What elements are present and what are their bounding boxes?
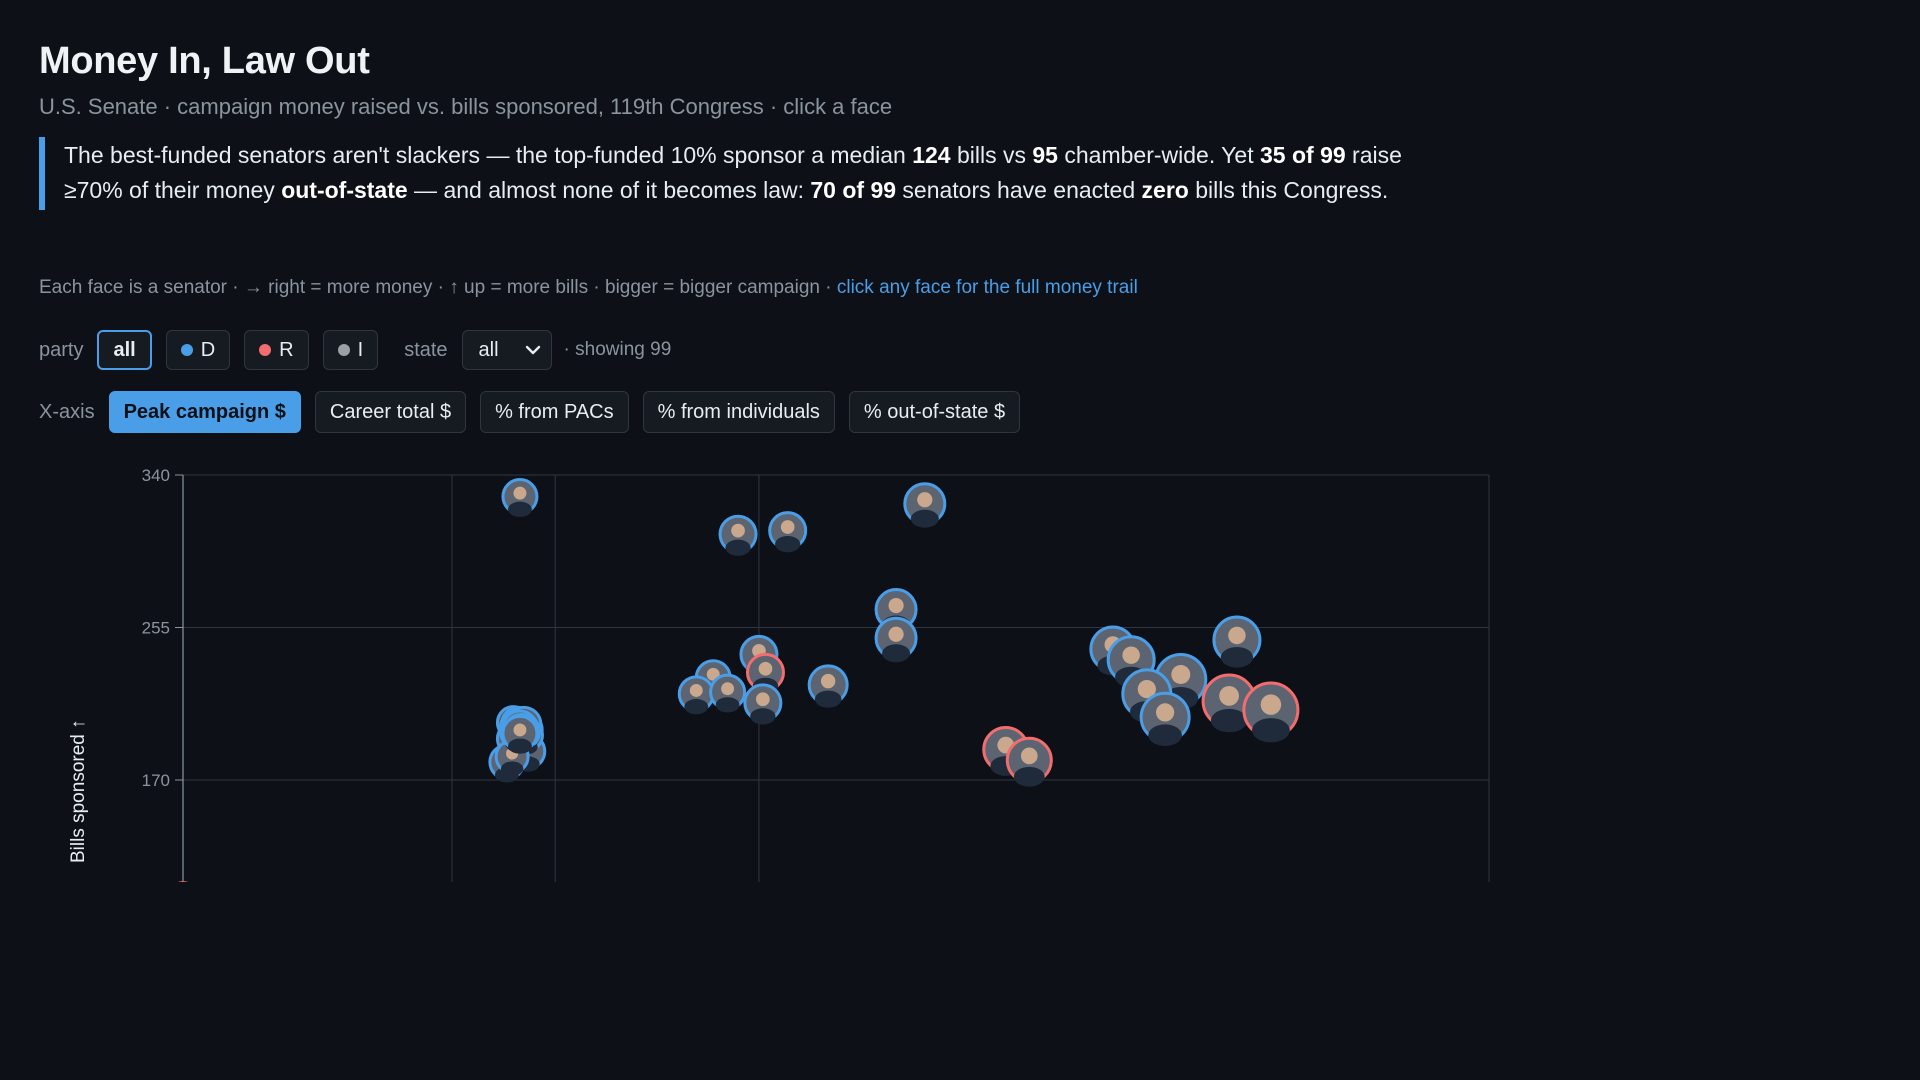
senator-face[interactable] (677, 675, 715, 715)
senator-face[interactable] (1242, 681, 1300, 743)
senator-face-body (508, 501, 532, 517)
party-r-button[interactable]: R (244, 330, 309, 370)
chart-legend-text: Each face is a senator · → right = more … (39, 277, 1138, 298)
senator-face[interactable] (1212, 615, 1262, 668)
senator-face-head (513, 723, 527, 737)
senator-face-body (725, 539, 751, 556)
xaxis-pct-pacs-button[interactable]: % from PACs (480, 391, 629, 433)
showing-count: · showing 99 (563, 339, 672, 360)
page-title: Money In, Law Out (39, 40, 370, 82)
senator-face-head (917, 492, 933, 508)
xaxis-pct-individuals-button[interactable]: % from individuals (642, 391, 835, 433)
senator-face-head (1228, 626, 1246, 645)
party-label: party (39, 338, 84, 361)
senator-face-head (721, 682, 735, 696)
senator-face-head (1171, 665, 1191, 685)
senator-face-head (888, 626, 904, 642)
page-subtitle: U.S. Senate · campaign money raised vs. … (39, 94, 893, 119)
senator-face-head (1219, 685, 1239, 706)
senator-face-head (1260, 694, 1282, 715)
senator-face-body (508, 738, 532, 754)
xaxis-label: X-axis (39, 400, 95, 423)
party-filter: party all D R I state all · showing 99 (39, 329, 671, 371)
republican-dot-icon (259, 344, 272, 356)
senator-face-head (1122, 646, 1140, 664)
insight-callout: The best-funded senators aren't slackers… (39, 137, 1404, 210)
senator-face-head (689, 684, 703, 697)
chevron-down-icon (525, 345, 540, 355)
senator-face-body (715, 697, 740, 713)
senator-face-body (1148, 724, 1182, 747)
senator-face-head (1155, 703, 1175, 722)
senator-face-head (758, 661, 773, 676)
senator-face[interactable] (1005, 736, 1053, 787)
senator-face[interactable] (709, 673, 747, 713)
senator-face-head (513, 486, 527, 500)
senator-face-body (750, 708, 776, 725)
senator-face[interactable] (903, 482, 947, 528)
senator-face-body (500, 761, 524, 776)
senator-face[interactable] (718, 514, 758, 556)
y-tick-label: 170 (142, 771, 170, 790)
y-tick-label: 340 (142, 466, 170, 485)
state-label: state (404, 338, 448, 361)
senator-face[interactable] (1139, 691, 1191, 747)
senator-face-body (1251, 718, 1290, 743)
state-select[interactable]: all (461, 330, 552, 370)
money-trail-link[interactable]: click any face for the full money trail (837, 277, 1138, 298)
independent-dot-icon (337, 344, 350, 356)
senator-face-head (731, 523, 745, 538)
senator-face-body (1013, 766, 1045, 787)
senator-face-head (780, 520, 795, 534)
senator-face[interactable] (501, 478, 539, 517)
xaxis-peak-campaign-button[interactable]: Peak campaign $ (108, 391, 301, 433)
senator-face[interactable] (874, 616, 918, 663)
xaxis-toggle: X-axis Peak campaign $ Career total $ % … (39, 391, 1034, 433)
senator-face-body (814, 690, 842, 708)
party-all-button[interactable]: all (97, 330, 152, 370)
senator-face[interactable] (743, 683, 783, 725)
senator-face[interactable] (807, 664, 849, 708)
y-tick-label: 255 (142, 619, 170, 638)
xaxis-career-total-button[interactable]: Career total $ (314, 391, 467, 433)
senator-face-body (882, 644, 911, 663)
party-i-button[interactable]: I (322, 330, 379, 370)
democrat-dot-icon (180, 344, 193, 356)
senator-face-head (1020, 747, 1038, 765)
senator-face-body (1220, 646, 1254, 668)
party-d-button[interactable]: D (165, 330, 231, 370)
xaxis-pct-out-of-state-button[interactable]: % out-of-state $ (848, 391, 1021, 433)
senator-face-head (820, 673, 836, 689)
senator-face[interactable] (768, 511, 808, 553)
senator-face-body (684, 698, 709, 715)
scatter-chart: 170 255 340 (142, 466, 1490, 882)
senator-face-head (756, 692, 770, 707)
senator-face-body (1210, 708, 1248, 733)
senator-face-head (888, 597, 904, 614)
senator-face-body (775, 536, 801, 553)
senator-face-body (910, 509, 939, 528)
